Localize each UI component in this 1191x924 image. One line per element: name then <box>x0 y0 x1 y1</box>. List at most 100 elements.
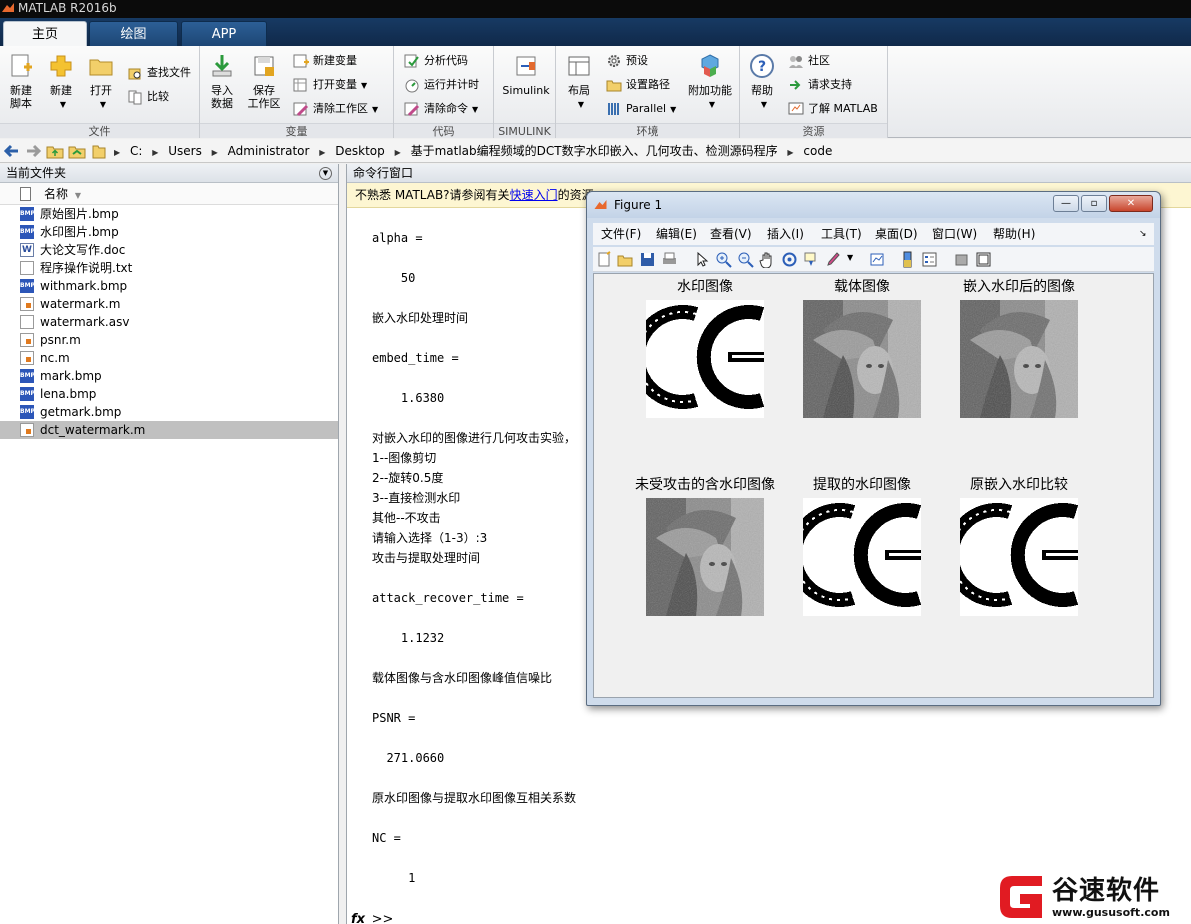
browse-folder-icon[interactable] <box>67 142 87 160</box>
data-cursor-icon[interactable] <box>803 251 820 268</box>
import-data-button[interactable]: 导入 数据 <box>204 52 240 110</box>
code-group-label: 代码 <box>394 123 493 138</box>
forward-arrow-icon[interactable] <box>23 142 43 160</box>
tab-home[interactable]: 主页 <box>3 21 87 46</box>
set-path-label: 设置路径 <box>626 78 670 91</box>
print-icon[interactable] <box>661 251 678 268</box>
breadcrumb-item[interactable]: Users <box>164 144 206 158</box>
breadcrumb-item[interactable]: Desktop <box>331 144 389 158</box>
pointer-icon[interactable] <box>693 251 710 268</box>
figure-window[interactable]: Figure 1 — ▫ ✕ 文件(F) 编辑(E) 查看(V) 插入(I) 工具(T)… <box>586 191 1161 706</box>
quick-start-link[interactable]: 快速入门 <box>510 188 558 202</box>
figure-menu-item[interactable]: 帮助(H) <box>993 223 1035 245</box>
open-button[interactable]: 打开 ▼ <box>84 52 118 111</box>
figure-canvas[interactable]: 水印图像 载体图像 嵌入水印后的图像 未受攻击的含水印图像 提取的水印图像 原嵌入水印比较 <box>593 273 1154 698</box>
link-plot-icon[interactable] <box>869 251 886 268</box>
file-row[interactable]: nc.m <box>0 349 338 367</box>
dock-figure-icon[interactable]: ↘ <box>1139 223 1147 245</box>
layout-button[interactable]: 布局 ▼ <box>562 52 596 111</box>
lena-image <box>803 300 921 418</box>
analyze-code-button[interactable]: 分析代码 <box>404 51 468 71</box>
file-row[interactable]: watermark.asv <box>0 313 338 331</box>
breadcrumb-item[interactable]: code <box>799 144 836 158</box>
file-row[interactable]: BMP 原始图片.bmp <box>0 205 338 223</box>
zoom-out-icon[interactable] <box>737 251 754 268</box>
breadcrumb-item[interactable]: C: <box>126 144 146 158</box>
file-row[interactable]: BMP lena.bmp <box>0 385 338 403</box>
chevron-down-icon[interactable]: ▼ <box>847 253 853 262</box>
community-button[interactable]: 社区 <box>788 51 830 71</box>
clear-workspace-label: 清除工作区 <box>313 102 368 115</box>
new-variable-button[interactable]: 新建变量 <box>293 51 357 71</box>
chevron-down-icon: ▼ <box>361 81 368 90</box>
figure-menu-item[interactable]: 查看(V) <box>710 223 752 245</box>
learn-matlab-icon <box>788 102 804 115</box>
tab-apps[interactable]: APP <box>181 21 267 46</box>
file-group: 新建 脚本 新建 ▼ 打开 ▼ 查找文件 比较 文件 <box>0 46 200 138</box>
open-folder-icon <box>89 59 113 76</box>
command-prompt[interactable]: fx >> <box>351 912 393 924</box>
figure-menu-item[interactable]: 桌面(D) <box>875 223 918 245</box>
file-name: dct_watermark.m <box>40 423 146 437</box>
figure-menu-item[interactable]: 编辑(E) <box>656 223 697 245</box>
back-arrow-icon[interactable] <box>2 142 22 160</box>
learn-matlab-button[interactable]: 了解 MATLAB <box>788 99 878 119</box>
file-row[interactable]: BMP mark.bmp <box>0 367 338 385</box>
figure-menu-item[interactable]: 工具(T) <box>821 223 862 245</box>
file-row[interactable]: 程序操作说明.txt <box>0 259 338 277</box>
figure-menu-item[interactable]: 插入(I) <box>767 223 804 245</box>
clear-commands-button[interactable]: 清除命令 ▼ <box>404 99 478 119</box>
panel-menu-icon[interactable]: ▼ <box>319 167 332 180</box>
file-row[interactable]: dct_watermark.m <box>0 421 338 439</box>
parallel-button[interactable]: Parallel ▼ <box>606 99 676 119</box>
file-row[interactable]: BMP getmark.bmp <box>0 403 338 421</box>
open-file-icon[interactable] <box>617 251 634 268</box>
preferences-label: 预设 <box>626 54 648 67</box>
breadcrumb-item[interactable]: Administrator <box>224 144 314 158</box>
rotate-3d-icon[interactable] <box>781 251 798 268</box>
show-plot-tools-icon[interactable] <box>975 251 992 268</box>
tab-plots[interactable]: 绘图 <box>89 21 178 46</box>
function-browser-icon[interactable]: fx <box>351 912 365 924</box>
zoom-in-icon[interactable] <box>715 251 732 268</box>
preferences-button[interactable]: 预设 <box>606 51 648 71</box>
open-variable-label: 打开变量 <box>313 78 357 91</box>
save-workspace-label: 保存 工作区 <box>247 84 281 110</box>
bmp-file-icon: BMP <box>20 405 35 419</box>
up-folder-icon[interactable] <box>45 142 65 160</box>
figure-menu-item[interactable]: 文件(F) <box>601 223 641 245</box>
colorbar-icon[interactable] <box>899 251 916 268</box>
new-button[interactable]: 新建 ▼ <box>43 52 79 111</box>
name-column-header[interactable]: 名称 ▼ <box>0 183 338 205</box>
compare-button[interactable]: 比较 <box>127 87 169 107</box>
new-script-button[interactable]: 新建 脚本 <box>4 52 38 110</box>
new-figure-icon[interactable] <box>596 251 613 268</box>
set-path-button[interactable]: 设置路径 <box>606 75 670 95</box>
figure-menu-item[interactable]: 窗口(W) <box>932 223 977 245</box>
close-button[interactable]: ✕ <box>1109 195 1153 212</box>
file-row[interactable]: watermark.m <box>0 295 338 313</box>
add-ons-button[interactable]: 附加功能 ▼ <box>684 52 736 111</box>
minimize-button[interactable]: — <box>1053 195 1079 212</box>
run-and-time-button[interactable]: 运行并计时 <box>404 75 479 95</box>
brush-icon[interactable] <box>825 251 842 268</box>
file-row[interactable]: BMP 水印图片.bmp <box>0 223 338 241</box>
pan-hand-icon[interactable] <box>759 251 776 268</box>
bmp-file-icon: BMP <box>20 279 35 293</box>
request-support-button[interactable]: 请求支持 <box>788 75 852 95</box>
legend-icon[interactable] <box>921 251 938 268</box>
maximize-button[interactable]: ▫ <box>1081 195 1107 212</box>
simulink-button[interactable]: Simulink <box>500 52 552 97</box>
file-row[interactable]: psnr.m <box>0 331 338 349</box>
hide-plot-tools-icon[interactable] <box>953 251 970 268</box>
help-button[interactable]: ? 帮助 ▼ <box>746 52 778 111</box>
file-row[interactable]: W 大论文写作.doc <box>0 241 338 259</box>
find-files-button[interactable]: 查找文件 <box>127 63 191 83</box>
open-variable-button[interactable]: 打开变量 ▼ <box>293 75 367 95</box>
file-row[interactable]: BMP withmark.bmp <box>0 277 338 295</box>
figure-title-bar[interactable]: Figure 1 — ▫ ✕ <box>587 192 1160 218</box>
breadcrumb-item[interactable]: 基于matlab编程频域的DCT数字水印嵌入、几何攻击、检测源码程序 <box>407 144 782 158</box>
clear-workspace-button[interactable]: 清除工作区 ▼ <box>293 99 378 119</box>
save-workspace-button[interactable]: 保存 工作区 <box>244 52 284 110</box>
save-icon[interactable] <box>639 251 656 268</box>
